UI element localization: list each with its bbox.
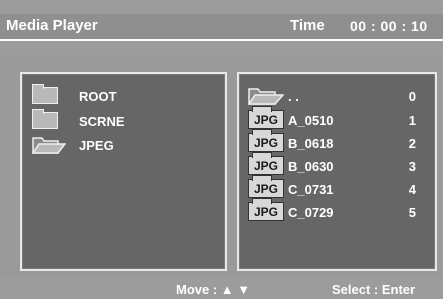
folder-open-icon <box>248 88 284 105</box>
media-player-screen: Media Player Time 00 : 00 : 10 ROOT SCRN… <box>0 0 443 299</box>
jpg-file-icon: JPG <box>248 175 284 198</box>
file-label: B_0630 <box>288 159 334 174</box>
folder-label: JPEG <box>79 138 114 153</box>
file-item[interactable]: JPG B_0630 3 <box>248 152 433 176</box>
file-item[interactable]: JPG B_0618 2 <box>248 129 433 153</box>
jpg-file-icon: JPG <box>248 106 284 129</box>
file-number: 5 <box>408 205 416 220</box>
footer-hints: Move : ▲ ▼ Select : Enter <box>0 281 443 299</box>
file-number: 4 <box>408 182 416 197</box>
file-item-parent[interactable]: . . 0 <box>248 86 433 106</box>
folder-item-jpeg[interactable]: JPEG <box>32 135 222 155</box>
folder-label: ROOT <box>79 89 117 104</box>
folder-closed-icon <box>32 84 58 104</box>
jpg-file-icon: JPG <box>248 129 284 152</box>
app-title: Media Player <box>6 17 98 34</box>
header-divider <box>0 39 443 41</box>
folder-item-root[interactable]: ROOT <box>32 84 222 106</box>
file-item[interactable]: JPG C_0729 5 <box>248 198 433 222</box>
file-number: 1 <box>408 113 416 128</box>
file-label: C_0731 <box>288 182 334 197</box>
file-number: 3 <box>408 159 416 174</box>
folder-open-icon <box>32 137 66 154</box>
file-number: 0 <box>408 89 416 104</box>
file-item[interactable]: JPG A_0510 1 <box>248 106 433 130</box>
file-label: C_0729 <box>288 205 334 220</box>
move-hint: Move : ▲ ▼ <box>176 282 251 297</box>
header-bar: Media Player Time 00 : 00 : 10 <box>0 14 443 39</box>
folder-label: SCRNE <box>79 114 125 129</box>
folder-closed-icon <box>32 109 58 129</box>
select-hint: Select : Enter <box>332 282 416 297</box>
file-item[interactable]: JPG C_0731 4 <box>248 175 433 199</box>
jpg-file-icon: JPG <box>248 152 284 175</box>
file-label: . . <box>288 89 299 104</box>
folder-item-scrne[interactable]: SCRNE <box>32 109 222 131</box>
file-label: B_0618 <box>288 136 334 151</box>
file-label: A_0510 <box>288 113 334 128</box>
jpg-file-icon: JPG <box>248 198 284 221</box>
time-value: 00 : 00 : 10 <box>350 18 428 34</box>
time-label: Time <box>290 17 325 34</box>
file-number: 2 <box>408 136 416 151</box>
